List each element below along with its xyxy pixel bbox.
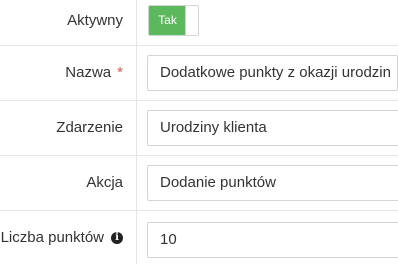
event-label-text: Zdarzenie	[56, 119, 123, 136]
action-label-text: Akcja	[86, 174, 123, 191]
action-label: Akcja	[86, 174, 123, 191]
name-label: Nazwa *	[65, 64, 123, 81]
required-asterisk: *	[117, 64, 123, 81]
active-toggle[interactable]: Tak	[148, 5, 199, 36]
info-circle-icon[interactable]: i	[111, 231, 123, 244]
points-label-text: Liczba punktów	[0, 229, 104, 246]
points-input[interactable]: 10	[147, 222, 398, 258]
name-label-text: Nazwa	[65, 64, 112, 81]
name-input[interactable]: Dodatkowe punkty z okazji urodzin	[147, 55, 398, 91]
active-label-text: Aktywny	[67, 12, 123, 29]
active-toggle-on-text: Tak	[149, 6, 186, 35]
event-label: Zdarzenie	[56, 119, 123, 136]
row-points: Liczba punktów i 10	[0, 211, 398, 264]
active-label: Aktywny	[67, 12, 123, 29]
loyalty-rule-form: Aktywny Tak Nazwa * Dodatkowe punkty z o…	[0, 0, 398, 264]
row-name: Nazwa * Dodatkowe punkty z okazji urodzi…	[0, 46, 398, 101]
row-action: Akcja Dodanie punktów	[0, 156, 398, 211]
row-event: Zdarzenie Urodziny klienta	[0, 101, 398, 156]
action-select[interactable]: Dodanie punktów	[147, 165, 398, 201]
active-toggle-knob	[185, 6, 198, 35]
points-label: Liczba punktów i	[1, 229, 123, 246]
event-select[interactable]: Urodziny klienta	[147, 110, 398, 146]
row-active: Aktywny Tak	[0, 0, 398, 46]
